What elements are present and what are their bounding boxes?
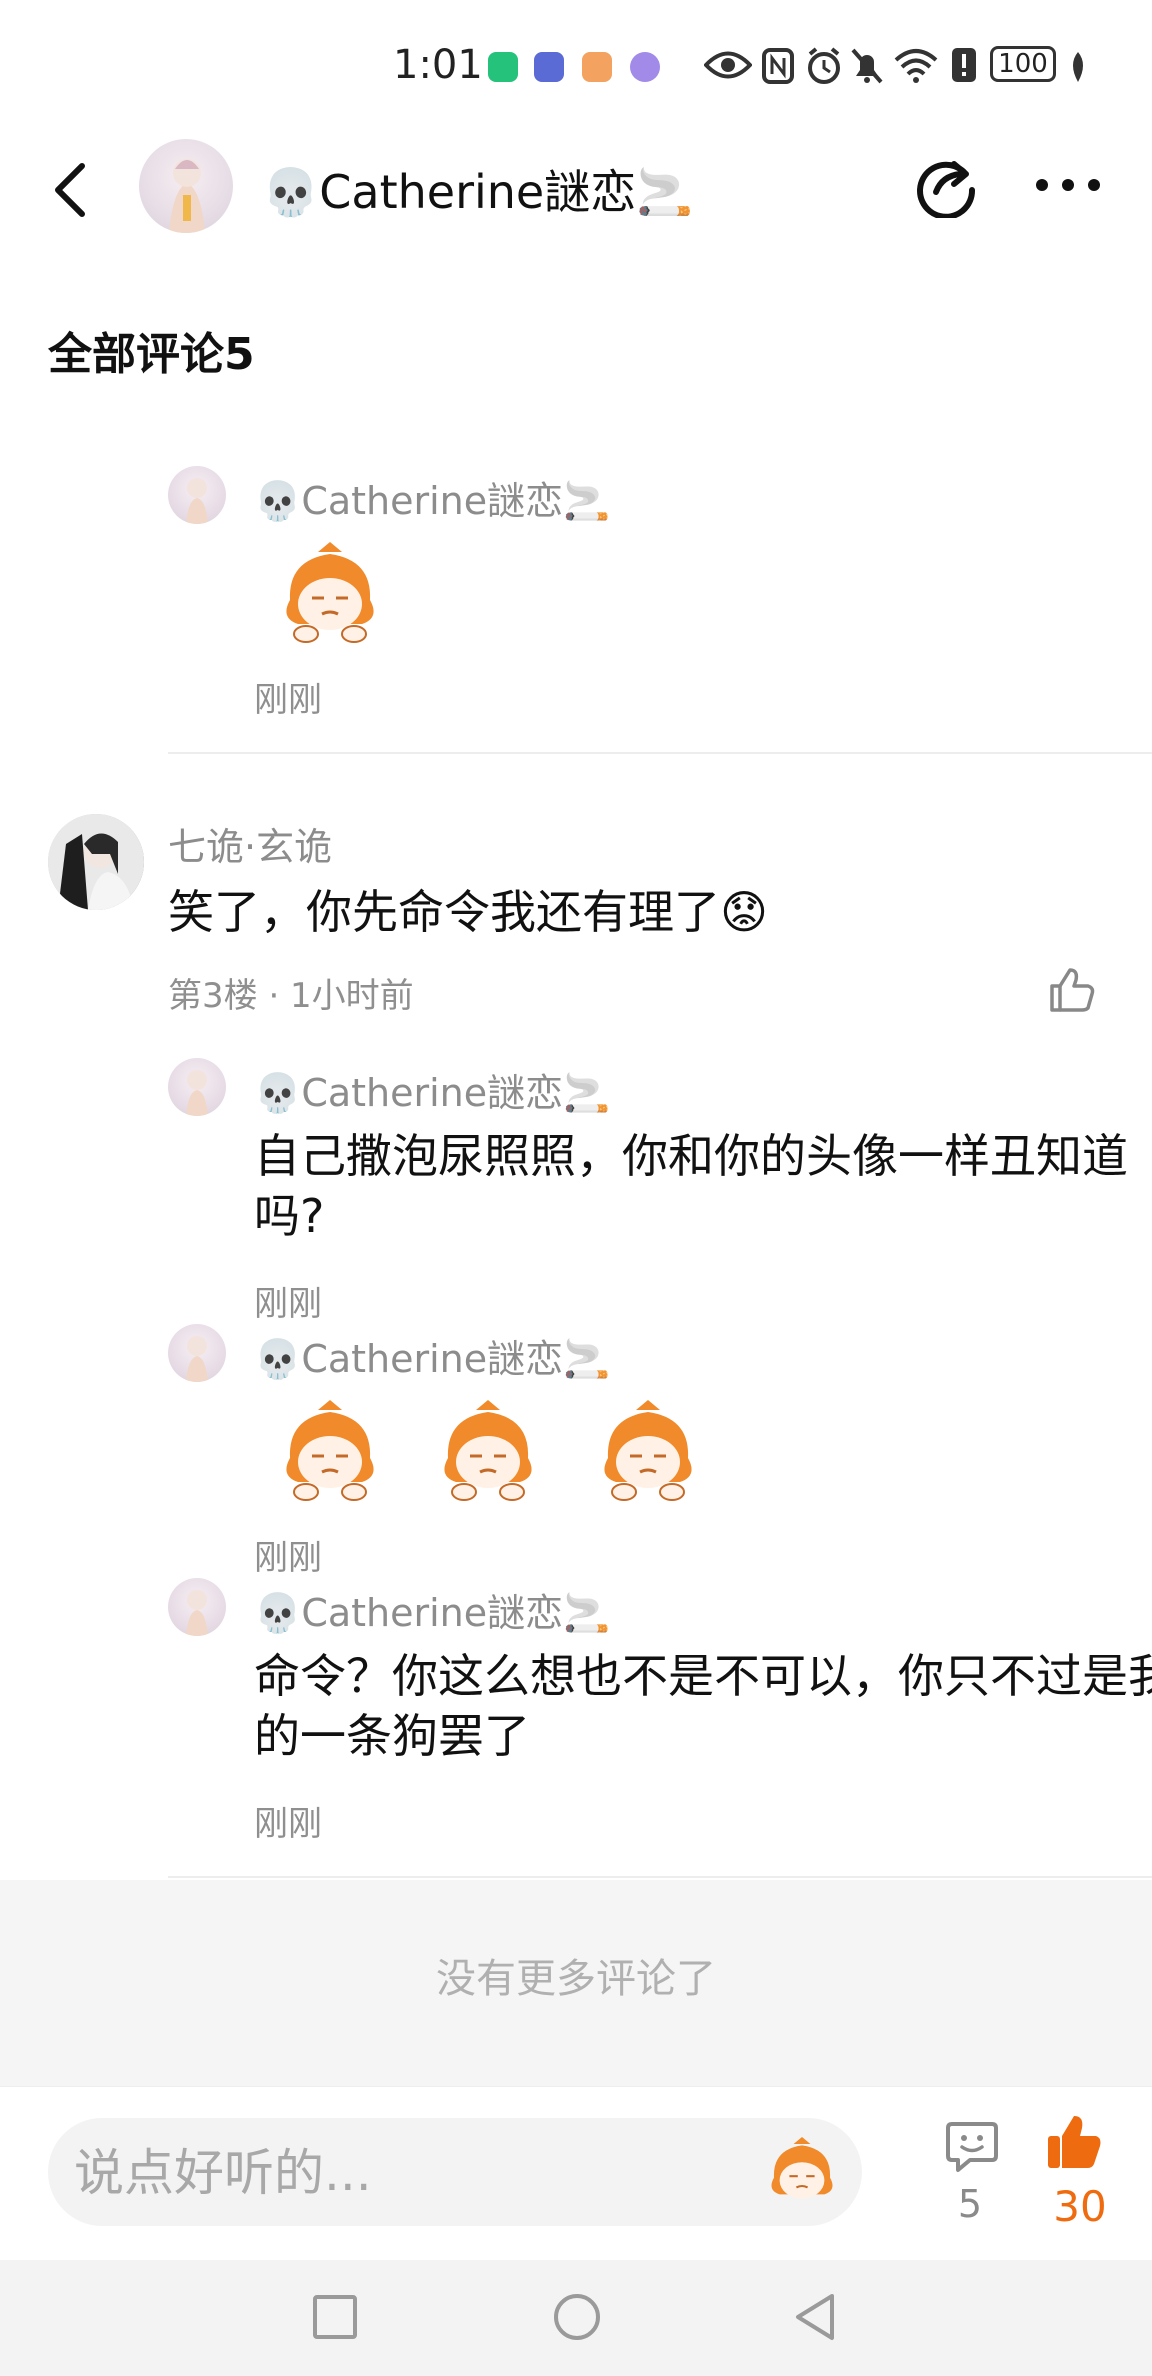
reply-text: 自己撒泡尿照照，你和你的头像一样丑知道吗? xyxy=(254,1129,1128,1243)
header-avatar[interactable] xyxy=(139,139,233,233)
divider xyxy=(168,1876,1152,1878)
floor-user-name[interactable]: 七诡·玄诡 xyxy=(168,816,332,871)
more-icon[interactable] xyxy=(1034,172,1102,198)
avatar[interactable] xyxy=(168,466,226,524)
reply-time: 刚刚 xyxy=(254,1804,322,1844)
comment-count: 5 xyxy=(957,2182,983,2226)
thumb-up-filled-icon[interactable] xyxy=(1046,2114,1102,2170)
reply-user-name[interactable]: 💀Catherine謎恋🚬 xyxy=(254,1582,610,1637)
status-time: 1:01 xyxy=(393,42,483,88)
reply-text: 命令？你这么想也不是不可以，你只不过是我的一条狗罢了 xyxy=(254,1649,1152,1763)
avatar[interactable] xyxy=(48,814,144,910)
app-icon xyxy=(534,52,564,82)
reply-time: 刚刚 xyxy=(254,680,322,720)
heart-app-icon xyxy=(582,52,612,82)
comment-icon[interactable] xyxy=(944,2118,1000,2174)
no-more-text: 没有更多评论了 xyxy=(436,1956,716,2002)
sticker-icon xyxy=(444,1400,532,1501)
thumb-up-outline-icon[interactable] xyxy=(1048,966,1096,1012)
eye-icon xyxy=(704,51,752,79)
avatar[interactable] xyxy=(168,1578,226,1636)
wifi-icon xyxy=(894,49,938,83)
share-icon[interactable] xyxy=(914,152,980,218)
nfc-icon xyxy=(762,48,794,84)
leaf-icon xyxy=(1073,52,1083,82)
hourglass-app-icon xyxy=(488,52,518,82)
avatar[interactable] xyxy=(168,1324,226,1382)
purple-app-icon xyxy=(630,52,660,82)
reply-time: 刚刚 xyxy=(254,1538,322,1578)
sticker-icon xyxy=(286,542,374,643)
alarm-icon xyxy=(808,47,840,84)
header-user-name[interactable]: 💀Catherine謎恋🚬 xyxy=(262,156,694,222)
alert-icon xyxy=(952,48,976,82)
back-arrow-icon[interactable] xyxy=(48,160,92,220)
reply-user-name[interactable]: 💀Catherine謎恋🚬 xyxy=(254,1062,610,1117)
floor-meta: 第3楼 · 1小时前 xyxy=(168,976,414,1016)
battery-icon: 100 xyxy=(990,46,1056,82)
recent-apps-icon[interactable] xyxy=(312,2294,358,2340)
reply-user-name[interactable]: 💀Catherine謎恋🚬 xyxy=(254,1328,610,1383)
sticker-icon xyxy=(286,1400,374,1501)
avatar[interactable] xyxy=(168,1058,226,1116)
comment-input[interactable] xyxy=(72,2136,736,2210)
home-icon[interactable] xyxy=(552,2292,602,2342)
like-count: 30 xyxy=(1053,2182,1107,2231)
mute-icon xyxy=(851,48,883,84)
reply-time: 刚刚 xyxy=(254,1284,322,1324)
reply-user-name[interactable]: 💀Catherine謎恋🚬 xyxy=(254,470,610,525)
comments-section-title: 全部评论5 xyxy=(48,329,255,380)
floor-comment-text: 笑了，你先命令我还有理了😟 xyxy=(168,885,768,939)
sticker-icon xyxy=(604,1400,692,1501)
divider xyxy=(168,752,1152,754)
sticker-picker-icon[interactable] xyxy=(760,2134,844,2210)
back-triangle-icon[interactable] xyxy=(792,2292,838,2342)
